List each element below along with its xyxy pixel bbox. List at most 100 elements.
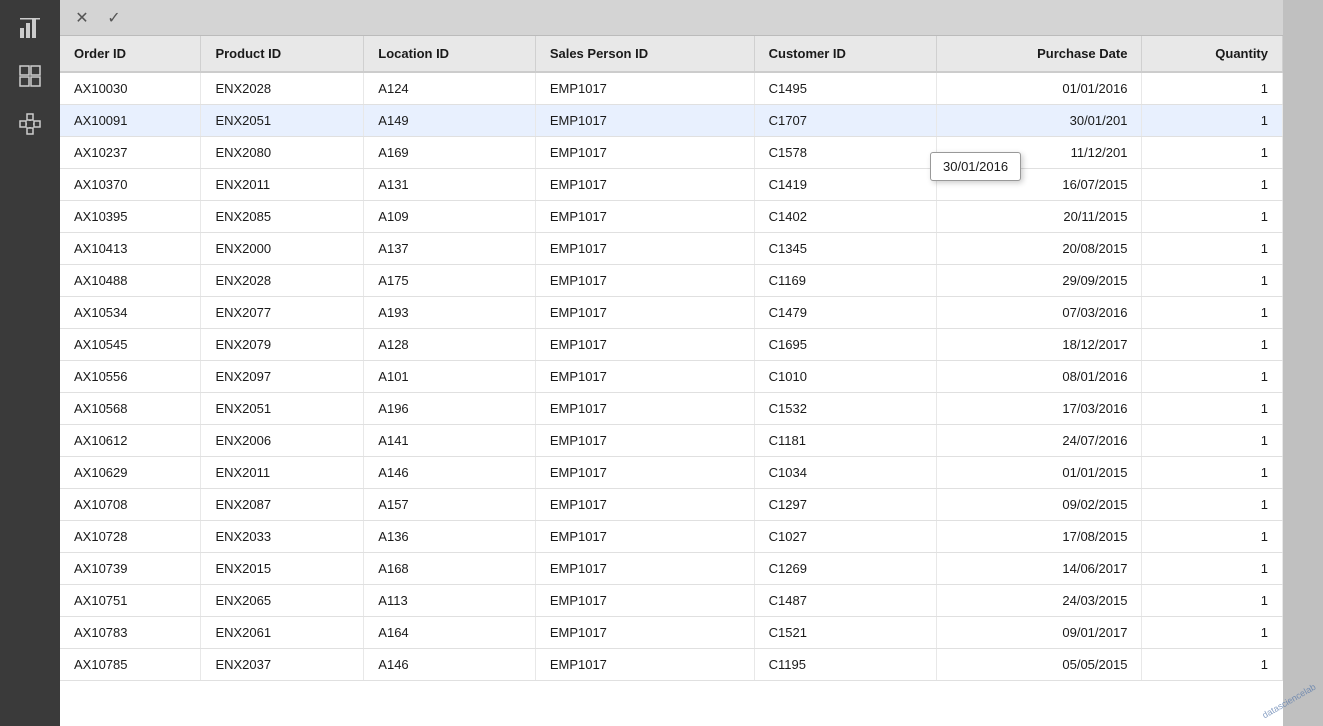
cell-product_id: ENX2051 [201,105,364,137]
cell-purchase_date: 01/01/2016 [937,72,1142,105]
cell-location_id: A146 [364,457,536,489]
cell-purchase_date: 24/07/2016 [937,425,1142,457]
data-table: Order ID Product ID Location ID Sales Pe… [60,36,1283,681]
table-row[interactable]: AX10612ENX2006A141EMP1017C118124/07/2016… [60,425,1283,457]
cell-order_id: AX10030 [60,72,201,105]
cell-location_id: A109 [364,201,536,233]
cell-product_id: ENX2006 [201,425,364,457]
cell-quantity: 1 [1142,137,1283,169]
table-row[interactable]: AX10534ENX2077A193EMP1017C147907/03/2016… [60,297,1283,329]
cell-customer_id: C1195 [754,649,937,681]
cell-purchase_date: 18/12/2017 [937,329,1142,361]
cell-sales_person_id: EMP1017 [535,297,754,329]
cell-sales_person_id: EMP1017 [535,393,754,425]
cell-order_id: AX10708 [60,489,201,521]
cell-product_id: ENX2087 [201,489,364,521]
cell-purchase_date: 08/01/2016 [937,361,1142,393]
cell-location_id: A124 [364,72,536,105]
cell-quantity: 1 [1142,361,1283,393]
table-row[interactable]: AX10556ENX2097A101EMP1017C101008/01/2016… [60,361,1283,393]
table-row[interactable]: AX10545ENX2079A128EMP1017C169518/12/2017… [60,329,1283,361]
table-row[interactable]: AX10091ENX2051A149EMP1017C170730/01/2011 [60,105,1283,137]
cell-sales_person_id: EMP1017 [535,137,754,169]
cell-sales_person_id: EMP1017 [535,361,754,393]
cell-order_id: AX10237 [60,137,201,169]
cell-product_id: ENX2011 [201,169,364,201]
cell-quantity: 1 [1142,105,1283,137]
cell-customer_id: C1402 [754,201,937,233]
table-row[interactable]: AX10739ENX2015A168EMP1017C126914/06/2017… [60,553,1283,585]
table-row[interactable]: AX10783ENX2061A164EMP1017C152109/01/2017… [60,617,1283,649]
cell-sales_person_id: EMP1017 [535,233,754,265]
diagram-icon[interactable] [10,104,50,144]
cell-purchase_date: 20/08/2015 [937,233,1142,265]
cell-quantity: 1 [1142,233,1283,265]
table-row[interactable]: AX10237ENX2080A169EMP1017C157811/12/2011 [60,137,1283,169]
table-row[interactable]: AX10728ENX2033A136EMP1017C102717/08/2015… [60,521,1283,553]
cell-quantity: 1 [1142,169,1283,201]
cell-customer_id: C1495 [754,72,937,105]
cancel-button[interactable]: ✕ [68,4,96,32]
cell-customer_id: C1578 [754,137,937,169]
cell-location_id: A131 [364,169,536,201]
cell-order_id: AX10728 [60,521,201,553]
cell-quantity: 1 [1142,329,1283,361]
cell-purchase_date: 07/03/2016 [937,297,1142,329]
cell-location_id: A101 [364,361,536,393]
cell-product_id: ENX2080 [201,137,364,169]
cell-sales_person_id: EMP1017 [535,72,754,105]
chart-icon[interactable] [10,8,50,48]
cell-purchase_date: 14/06/2017 [937,553,1142,585]
cell-order_id: AX10612 [60,425,201,457]
cell-sales_person_id: EMP1017 [535,585,754,617]
cell-order_id: AX10568 [60,393,201,425]
cell-customer_id: C1419 [754,169,937,201]
table-row[interactable]: AX10751ENX2065A113EMP1017C148724/03/2015… [60,585,1283,617]
table-row[interactable]: AX10708ENX2087A157EMP1017C129709/02/2015… [60,489,1283,521]
cell-customer_id: C1010 [754,361,937,393]
cell-customer_id: C1487 [754,585,937,617]
table-row[interactable]: AX10785ENX2037A146EMP1017C119505/05/2015… [60,649,1283,681]
cell-customer_id: C1297 [754,489,937,521]
cell-sales_person_id: EMP1017 [535,553,754,585]
cell-customer_id: C1532 [754,393,937,425]
cell-quantity: 1 [1142,425,1283,457]
sidebar [0,0,60,726]
col-header-customer-id: Customer ID [754,36,937,72]
cell-location_id: A141 [364,425,536,457]
table-row[interactable]: AX10413ENX2000A137EMP1017C134520/08/2015… [60,233,1283,265]
data-table-container[interactable]: Order ID Product ID Location ID Sales Pe… [60,36,1283,726]
cell-customer_id: C1181 [754,425,937,457]
cell-sales_person_id: EMP1017 [535,649,754,681]
cell-purchase_date: 24/03/2015 [937,585,1142,617]
right-panel: datasciencelab [1283,0,1323,726]
cell-product_id: ENX2061 [201,617,364,649]
cell-sales_person_id: EMP1017 [535,201,754,233]
cell-location_id: A113 [364,585,536,617]
cell-purchase_date: 29/09/2015 [937,265,1142,297]
cell-quantity: 1 [1142,521,1283,553]
cell-order_id: AX10783 [60,617,201,649]
confirm-button[interactable]: ✓ [100,4,128,32]
cell-customer_id: C1034 [754,457,937,489]
table-row[interactable]: AX10629ENX2011A146EMP1017C103401/01/2015… [60,457,1283,489]
cell-order_id: AX10091 [60,105,201,137]
cell-sales_person_id: EMP1017 [535,329,754,361]
table-row[interactable]: AX10568ENX2051A196EMP1017C153217/03/2016… [60,393,1283,425]
cell-quantity: 1 [1142,553,1283,585]
table-row[interactable]: AX10370ENX2011A131EMP1017C141916/07/2015… [60,169,1283,201]
table-row[interactable]: AX10488ENX2028A175EMP1017C116929/09/2015… [60,265,1283,297]
cell-quantity: 1 [1142,489,1283,521]
cell-order_id: AX10785 [60,649,201,681]
grid-icon[interactable] [10,56,50,96]
cell-customer_id: C1345 [754,233,937,265]
cell-sales_person_id: EMP1017 [535,265,754,297]
cell-location_id: A149 [364,105,536,137]
table-row[interactable]: AX10030ENX2028A124EMP1017C149501/01/2016… [60,72,1283,105]
table-row[interactable]: AX10395ENX2085A109EMP1017C140220/11/2015… [60,201,1283,233]
cell-purchase_date: 05/05/2015 [937,649,1142,681]
cell-customer_id: C1269 [754,553,937,585]
cell-order_id: AX10739 [60,553,201,585]
cell-order_id: AX10413 [60,233,201,265]
cell-location_id: A196 [364,393,536,425]
